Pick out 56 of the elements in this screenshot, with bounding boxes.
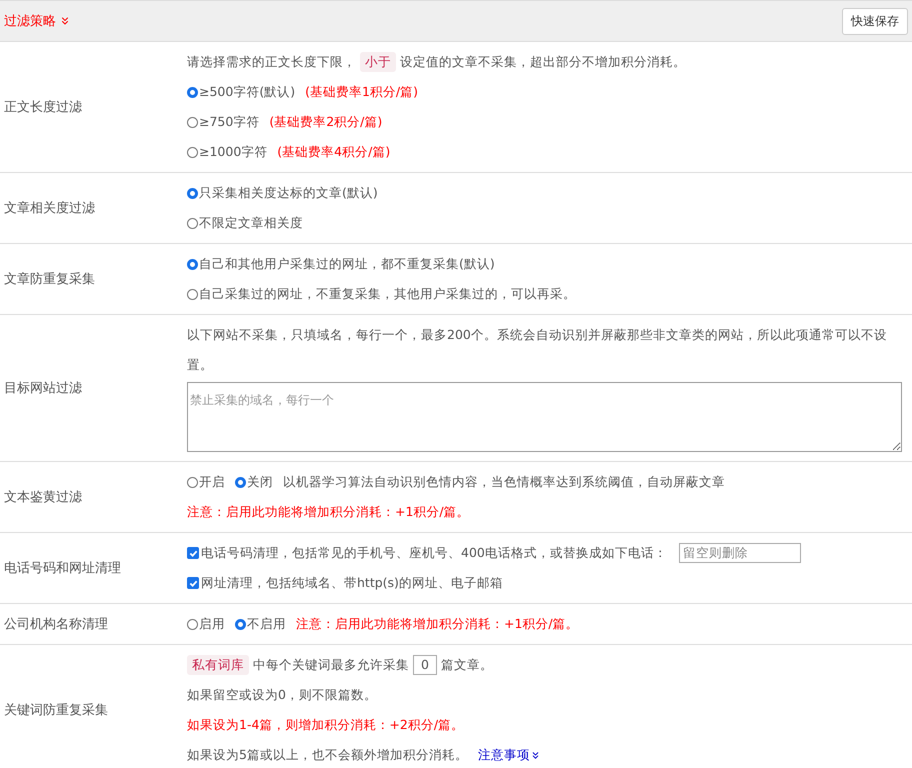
radio-icon[interactable] (187, 618, 198, 630)
description-text: 如果留空或设为0，则不限篇数。 (187, 686, 377, 704)
radio-option[interactable]: ≥1000字符 (187, 137, 268, 167)
setting-label: 公司机构名称清理 (3, 616, 109, 634)
radio-option[interactable]: ≥500字符(默认) (187, 77, 296, 107)
radio-icon[interactable] (187, 86, 198, 98)
notice-text: (基础费率1积分/篇) (305, 83, 418, 101)
phone-field[interactable]: 留空则删除 (678, 543, 801, 563)
notice-text: 如果设为1-4篇，则增加积分消耗：+2积分/篇。 (187, 716, 464, 734)
radio-icon[interactable] (235, 476, 246, 488)
radio-option[interactable]: 自己和其他用户采集过的网址，都不重复采集(默认) (187, 249, 495, 279)
notes-link[interactable]: 注意事项 (478, 740, 541, 768)
radio-icon[interactable] (235, 618, 246, 630)
domain-textarea[interactable]: 禁止采集的域名，每行一个 (187, 382, 902, 452)
radio-icon[interactable] (187, 116, 198, 128)
keyword-tag: 小于 (360, 52, 396, 72)
keyword-tag: 私有词库 (187, 655, 249, 675)
radio-option[interactable]: 不限定文章相关度 (187, 208, 303, 238)
setting-label: 电话号码和网址清理 (3, 560, 122, 578)
checkbox-option[interactable]: 网址清理，包括纯域名、带http(s)的网址、电子邮箱 (187, 568, 503, 598)
description-text: 设定值的文章不采集，超出部分不增加积分消耗。 (400, 53, 686, 71)
double-chevron-icon[interactable] (530, 750, 541, 760)
radio-option[interactable]: 自己采集过的网址，不重复采集，其他用户采集过的，可以再采。 (187, 279, 576, 309)
description-text: 以机器学习算法自动识别色情内容，当色情概率达到系统阈值，自动屏蔽文章 (283, 473, 725, 491)
checkbox-icon[interactable] (187, 547, 199, 559)
setting-label: 目标网站过滤 (3, 380, 83, 398)
radio-icon[interactable] (187, 146, 198, 158)
radio-option[interactable]: 启用 (187, 609, 225, 639)
radio-option[interactable]: 关闭 (235, 467, 273, 497)
setting-label: 关键词防重复采集 (3, 702, 109, 720)
setting-label: 文章防重复采集 (3, 271, 96, 289)
count-field[interactable]: 0 (413, 655, 437, 675)
radio-icon[interactable] (187, 188, 198, 198)
radio-option[interactable]: 不启用 (235, 609, 286, 639)
description-text: 如果设为5篇或以上，也不会额外增加积分消耗。 (187, 746, 468, 764)
radio-option[interactable]: ≥750字符 (187, 107, 260, 137)
setting-label: 文章相关度过滤 (3, 200, 96, 218)
setting-label: 正文长度过滤 (3, 99, 83, 117)
description-text: 请选择需求的正文长度下限， (187, 53, 356, 71)
description-text: 篇文章。 (441, 656, 493, 674)
radio-option[interactable]: 只采集相关度达标的文章(默认) (187, 178, 378, 208)
notice-text: 注意：启用此功能将增加积分消耗：+1积分/篇。 (296, 615, 579, 633)
quick-save-button[interactable]: 快速保存 (842, 8, 908, 34)
radio-option[interactable]: 开启 (187, 467, 225, 497)
description-text: 中每个关键词最多允许采集 (253, 656, 409, 674)
notice-text: (基础费率2积分/篇) (269, 113, 382, 131)
checkbox-option[interactable]: 电话号码清理，包括常见的手机号、座机号、400电话格式，或替换成如下电话： (187, 538, 667, 568)
radio-icon[interactable] (187, 218, 198, 228)
radio-icon[interactable] (187, 476, 198, 488)
setting-label: 文本鉴黄过滤 (3, 489, 83, 507)
notice-text: (基础费率4积分/篇) (277, 143, 390, 161)
radio-icon[interactable] (187, 258, 198, 270)
description-text: 以下网站不采集，只填域名，每行一个，最多200个。系统会自动识别并屏蔽那些非文章类的网站，所以此项通常可以不设置。 (187, 326, 888, 374)
notice-text: 注意：启用此功能将增加积分消耗：+1积分/篇。 (187, 503, 470, 521)
checkbox-icon[interactable] (187, 577, 199, 589)
radio-icon[interactable] (187, 288, 198, 300)
